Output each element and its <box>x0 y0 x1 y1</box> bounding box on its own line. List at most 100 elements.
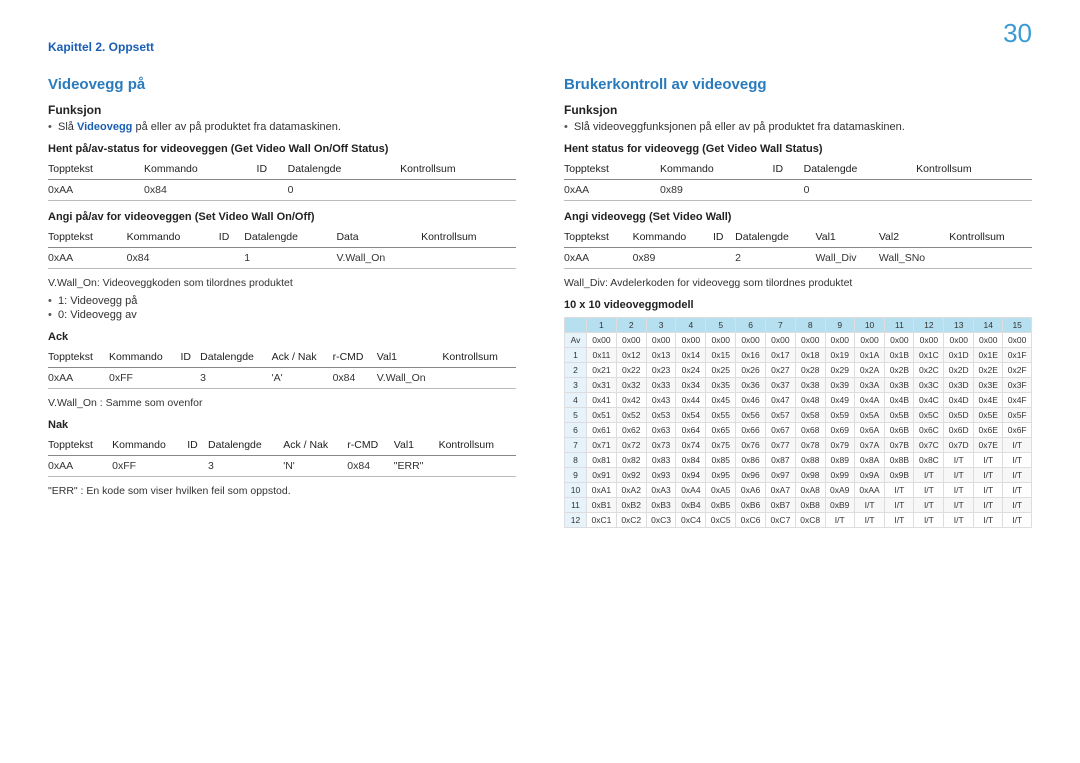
matrix-cell: 0x97 <box>765 468 795 483</box>
matrix-col-header: 6 <box>736 318 766 333</box>
matrix-cell: 0x11 <box>587 348 617 363</box>
matrix-cell: 0x2F <box>1003 363 1032 378</box>
matrix-col-header: 4 <box>676 318 706 333</box>
matrix-cell: 0xA7 <box>765 483 795 498</box>
matrix-cell: 0x85 <box>706 453 736 468</box>
matrix-cell: 0x2B <box>885 363 914 378</box>
matrix-cell: 0x1A <box>854 348 884 363</box>
matrix-cell: 0x66 <box>736 423 766 438</box>
matrix-cell: 0xA8 <box>795 483 825 498</box>
matrix-row-header: 7 <box>565 438 587 453</box>
matrix-cell: 0x72 <box>616 438 646 453</box>
matrix-cell: 0x84 <box>676 453 706 468</box>
video-wall-matrix: 123456789101112131415Av0x000x000x000x000… <box>564 317 1032 528</box>
matrix-cell: 0x8B <box>885 453 914 468</box>
matrix-cell: 0x51 <box>587 408 617 423</box>
matrix-cell: 0x2C <box>914 363 944 378</box>
matrix-col-header: 11 <box>885 318 914 333</box>
matrix-row-header: 2 <box>565 363 587 378</box>
matrix-cell: 0x19 <box>825 348 854 363</box>
matrix-cell: 0x6E <box>974 423 1003 438</box>
matrix-cell: 0x14 <box>676 348 706 363</box>
matrix-cell: 0x6A <box>854 423 884 438</box>
vwall-note: V.Wall_On: Videoveggkoden som tilordnes … <box>48 277 516 289</box>
matrix-cell: 0x28 <box>795 363 825 378</box>
page-number: 30 <box>1003 18 1032 49</box>
matrix-cell: 0x18 <box>795 348 825 363</box>
funksjon-bullet: Slå Videovegg på eller av på produktet f… <box>48 121 516 133</box>
matrix-cell: 0x96 <box>736 468 766 483</box>
matrix-cell: 0x00 <box>765 333 795 348</box>
matrix-cell: 0x5E <box>974 408 1003 423</box>
matrix-cell: 0x3B <box>885 378 914 393</box>
matrix-cell: 0x00 <box>944 333 974 348</box>
matrix-cell: 0x89 <box>825 453 854 468</box>
matrix-cell: 0x93 <box>646 468 676 483</box>
matrix-cell: 0x83 <box>646 453 676 468</box>
set-onoff-table: TopptekstKommandoIDDatalengdeDataKontrol… <box>48 227 516 269</box>
matrix-cell: 0x73 <box>646 438 676 453</box>
get-status-heading: Hent på/av-status for videoveggen (Get V… <box>48 143 516 155</box>
matrix-cell: 0x92 <box>616 468 646 483</box>
matrix-cell: I/T <box>1003 438 1032 453</box>
matrix-cell: 0x86 <box>736 453 766 468</box>
matrix-cell: 0x4D <box>944 393 974 408</box>
walldiv-note: Wall_Div: Avdelerkoden for videovegg som… <box>564 277 1032 289</box>
matrix-cell: I/T <box>1003 513 1032 528</box>
matrix-cell: 0x4F <box>1003 393 1032 408</box>
matrix-cell: 0x4A <box>854 393 884 408</box>
matrix-cell: 0xB4 <box>676 498 706 513</box>
matrix-cell: 0x3A <box>854 378 884 393</box>
matrix-row-header: 3 <box>565 378 587 393</box>
matrix-cell: I/T <box>944 513 974 528</box>
matrix-cell: 0x95 <box>706 468 736 483</box>
matrix-cell: 0xC4 <box>676 513 706 528</box>
matrix-row-header: 10 <box>565 483 587 498</box>
matrix-cell: 0x00 <box>885 333 914 348</box>
matrix-cell: 0x94 <box>676 468 706 483</box>
matrix-cell: I/T <box>974 513 1003 528</box>
matrix-cell: I/T <box>825 513 854 528</box>
matrix-cell: 0x31 <box>587 378 617 393</box>
matrix-cell: 0x98 <box>795 468 825 483</box>
matrix-cell: 0xB3 <box>646 498 676 513</box>
matrix-cell: 0x74 <box>676 438 706 453</box>
matrix-cell: 0x82 <box>616 453 646 468</box>
note-bullet-off: 0: Videovegg av <box>48 309 516 321</box>
matrix-cell: 0x67 <box>765 423 795 438</box>
matrix-cell: 0x9A <box>854 468 884 483</box>
matrix-cell: 0x88 <box>795 453 825 468</box>
matrix-col-header: 5 <box>706 318 736 333</box>
matrix-cell: I/T <box>885 498 914 513</box>
set-onoff-heading: Angi på/av for videoveggen (Set Video Wa… <box>48 211 516 223</box>
matrix-cell: 0xA6 <box>736 483 766 498</box>
matrix-cell: 0x12 <box>616 348 646 363</box>
matrix-cell: 0x1D <box>944 348 974 363</box>
matrix-cell: 0x36 <box>736 378 766 393</box>
funksjon-heading-r: Funksjon <box>564 103 1032 117</box>
matrix-heading: 10 x 10 videoveggmodell <box>564 299 1032 311</box>
matrix-cell: 0xC2 <box>616 513 646 528</box>
matrix-col-header: 3 <box>646 318 676 333</box>
matrix-cell: I/T <box>944 483 974 498</box>
matrix-col-header: 2 <box>616 318 646 333</box>
matrix-cell: 0x7D <box>944 438 974 453</box>
matrix-cell: 0x77 <box>765 438 795 453</box>
matrix-cell: I/T <box>914 483 944 498</box>
matrix-row-header: 12 <box>565 513 587 528</box>
matrix-cell: I/T <box>854 513 884 528</box>
matrix-cell: I/T <box>944 453 974 468</box>
matrix-cell: 0xC8 <box>795 513 825 528</box>
matrix-cell: 0x76 <box>736 438 766 453</box>
ack-table: TopptekstKommandoIDDatalengdeAck / Nakr-… <box>48 347 516 389</box>
matrix-cell: I/T <box>974 453 1003 468</box>
matrix-cell: 0x81 <box>587 453 617 468</box>
matrix-cell: 0x65 <box>706 423 736 438</box>
matrix-cell: 0x4B <box>885 393 914 408</box>
matrix-cell: 0x1B <box>885 348 914 363</box>
matrix-cell: 0x62 <box>616 423 646 438</box>
matrix-cell: I/T <box>885 483 914 498</box>
matrix-cell: 0x53 <box>646 408 676 423</box>
matrix-cell: 0x61 <box>587 423 617 438</box>
matrix-cell: 0x56 <box>736 408 766 423</box>
